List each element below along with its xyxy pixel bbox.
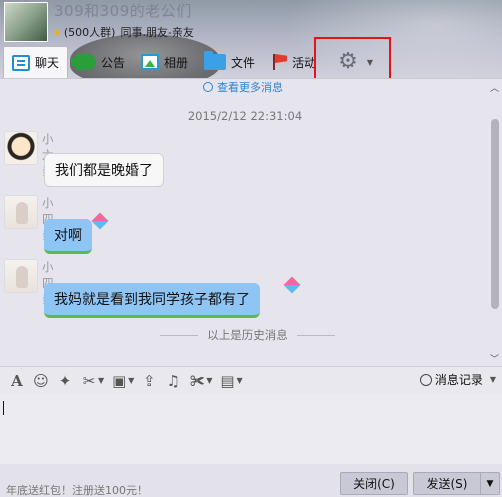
tab-files-label: 文件 [231,55,256,70]
group-category: 同事.朋友-亲友 [120,26,194,39]
chat-icon [12,54,30,71]
message-history-button[interactable]: 消息记录 ▼ [419,371,496,388]
send-button[interactable]: 发送(S) [413,472,481,495]
tab-activity-label: 活动 [292,55,317,70]
image-icon[interactable]: ▣ [108,371,130,391]
announcement-icon [71,54,97,70]
tab-album-label: 相册 [164,55,189,70]
avatar[interactable] [4,131,38,165]
group-member-count: (500人群) [63,26,116,39]
chevron-down-icon[interactable]: ▼ [98,376,104,385]
more-icon[interactable]: ▤ [216,371,238,391]
chevron-down-icon: ▼ [489,375,496,384]
tab-chat[interactable]: 聊天 [3,46,69,78]
scrollbar[interactable]: ︿ ﹀ [488,79,502,366]
highlight-annotation [314,37,391,84]
chevron-down-icon[interactable]: ▼ [128,376,134,385]
message-input[interactable] [0,394,502,464]
tab-files[interactable]: 文件 [196,47,263,77]
chevron-down-icon[interactable]: ▼ [236,376,242,385]
view-more-label: 查看更多消息 [217,81,283,94]
group-toolbar: 聊天 公告 相册 文件 活动 ⚙ ▼ [0,46,502,78]
view-more-link[interactable]: 查看更多消息 [203,79,283,95]
chat-header: 309和309的老公们 ★ (500人群) 同事.朋友-亲友 聊天 公告 相册 … [0,0,502,84]
clock-icon [419,373,432,386]
chevron-down-icon[interactable]: ▼ [206,376,212,385]
chevron-down-icon[interactable]: ﹀ [490,352,499,365]
message-bubble[interactable]: 我们都是晚婚了 [44,153,164,187]
tab-album[interactable]: 相册 [133,47,196,77]
screenshot-icon[interactable]: ✂ [78,371,100,391]
footer: 年底送红包！注册送100元！ 关闭(C) 发送(S) ▼ [0,464,502,497]
music-icon[interactable]: ♫ [162,371,184,391]
emoji-icon[interactable]: ☺ [30,371,52,391]
message-list[interactable]: 查看更多消息 2015/2/12 22:31:04 小六亲 我们都是晚婚了 小四… [0,78,502,366]
upload-icon[interactable]: ⇪ [138,371,160,391]
avatar[interactable] [4,195,38,229]
message-history-label: 消息记录 [434,373,483,387]
send-options-button[interactable]: ▼ [480,472,500,495]
tab-chat-label: 聊天 [35,56,60,70]
text-cursor [3,401,4,415]
history-divider: 以上是历史消息 [160,327,335,343]
font-icon[interactable]: A [6,371,28,391]
group-avatar[interactable] [4,2,48,42]
message-bubble[interactable]: 我妈就是看到我同学孩子都有了 [44,283,260,318]
tab-announcement-label: 公告 [101,55,126,70]
chevron-up-icon[interactable]: ︿ [490,81,499,94]
magic-icon[interactable]: ✦ [54,371,76,391]
message-bubble[interactable]: 对啊 [44,219,92,254]
kite-icon [283,276,301,294]
close-button[interactable]: 关闭(C) [340,472,408,495]
star-icon: ★ [52,25,62,39]
folder-icon [204,51,227,70]
kite-icon [91,212,109,230]
album-icon [141,54,160,70]
group-info: ★ (500人群) 同事.朋友-亲友 [52,24,194,40]
input-toolbar: A ☺ ✦ ✂ ▼ ▣ ▼ ⇪ ♫ ✀ ▼ ▤ ▼ 消息记录 ▼ [0,366,502,394]
avatar[interactable] [4,259,38,293]
scrollbar-thumb[interactable] [491,119,499,309]
tab-announcement[interactable]: 公告 [68,47,133,77]
flag-icon [271,54,287,70]
clock-icon [203,82,213,92]
message-timestamp: 2015/2/12 22:31:04 [187,109,303,123]
scissors-icon[interactable]: ✀ [186,371,208,391]
group-name[interactable]: 309和309的老公们 [54,0,192,21]
chevron-down-icon: ▼ [486,478,494,489]
ad-text[interactable]: 年底送红包！注册送100元！ [6,482,148,497]
